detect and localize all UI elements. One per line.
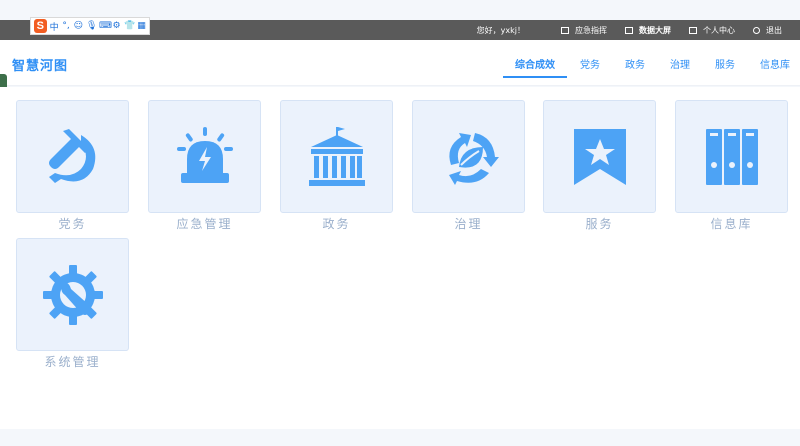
external-icon [689, 26, 697, 34]
tile-info-library[interactable]: 信息库 [675, 100, 788, 232]
tile-governance[interactable]: 治理 [412, 100, 525, 232]
nav-tabs: 综合成效 党务 政务 治理 服务 信息库 [492, 40, 792, 86]
app-logo[interactable]: 智慧河图 [12, 55, 68, 74]
ime-skin-icon[interactable]: 👕 [124, 21, 135, 31]
tile-card[interactable] [16, 238, 129, 351]
tile-label: 服务 [585, 217, 614, 231]
tile-label: 信息库 [710, 217, 753, 231]
personal-center-link[interactable]: 个人中心 [689, 25, 735, 36]
ime-punct-icon[interactable]: °, [62, 21, 71, 31]
recycle-leaf-icon [448, 132, 499, 185]
tile-card[interactable] [543, 100, 656, 213]
tile-government-affairs[interactable]: 政务 [280, 100, 393, 232]
star-ribbon-icon [573, 128, 626, 185]
ime-toolbox-icon[interactable]: ▦ [137, 21, 146, 31]
data-screen-label: 数据大屏 [639, 25, 671, 35]
ime-keyboard-icon[interactable]: ⌨ [99, 21, 112, 31]
tile-services[interactable]: 服务 [543, 100, 656, 232]
government-building-icon [308, 126, 365, 186]
data-screen-link[interactable]: 数据大屏 [625, 25, 671, 36]
tile-label: 治理 [454, 217, 483, 231]
ime-toolbar[interactable]: S 中 °, ☺ 🎙 ⌨ ⚙ 👕 ▦ [30, 17, 150, 35]
tile-label: 政务 [322, 217, 351, 231]
module-grid: 党务 应急管理 政务 治理 服务 信息库 系统管理 [0, 87, 800, 429]
tile-emergency-management[interactable]: 应急管理 [148, 100, 261, 232]
emergency-command-link[interactable]: 应急指挥 [561, 25, 607, 36]
tab-services[interactable]: 服务 [713, 40, 737, 86]
tile-card[interactable] [412, 100, 525, 213]
tab-governance[interactable]: 治理 [668, 40, 692, 86]
gear-wrench-icon [42, 264, 103, 325]
ime-mic-icon[interactable]: 🎙 [86, 21, 97, 31]
tile-label: 党务 [58, 217, 87, 231]
tile-card[interactable] [16, 100, 129, 213]
tab-overview[interactable]: 综合成效 [503, 40, 567, 86]
ime-lang-icon[interactable]: 中 [50, 20, 59, 33]
alarm-light-icon [176, 126, 233, 183]
tile-party-affairs[interactable]: 党务 [16, 100, 129, 232]
tab-party-affairs[interactable]: 党务 [578, 40, 602, 86]
logout-link[interactable]: 退出 [753, 25, 782, 36]
user-greeting: 您好，yxkj！ [476, 25, 525, 35]
hammer-sickle-icon [48, 128, 95, 183]
screen-icon [625, 26, 633, 34]
ime-logo-icon[interactable]: S [34, 19, 47, 33]
tile-system-management[interactable]: 系统管理 [16, 238, 129, 370]
main-navbar: 智慧河图 综合成效 党务 政务 治理 服务 信息库 [0, 40, 800, 86]
emergency-command-label: 应急指挥 [575, 25, 607, 35]
ime-emoji-icon[interactable]: ☺ [74, 21, 83, 31]
tab-government-affairs[interactable]: 政务 [623, 40, 647, 86]
tile-card[interactable] [675, 100, 788, 213]
logout-icon [753, 26, 760, 34]
logout-label: 退出 [766, 25, 782, 35]
page-footer-strip [0, 429, 800, 446]
ime-settings-icon[interactable]: ⚙ [112, 21, 121, 31]
screen-icon [561, 26, 569, 34]
personal-center-label: 个人中心 [703, 25, 735, 35]
tile-card[interactable] [148, 100, 261, 213]
tab-info-library[interactable]: 信息库 [758, 40, 792, 86]
tile-label: 系统管理 [44, 355, 101, 369]
tile-label: 应急管理 [176, 217, 233, 231]
tile-card[interactable] [280, 100, 393, 213]
binders-icon [705, 128, 758, 185]
